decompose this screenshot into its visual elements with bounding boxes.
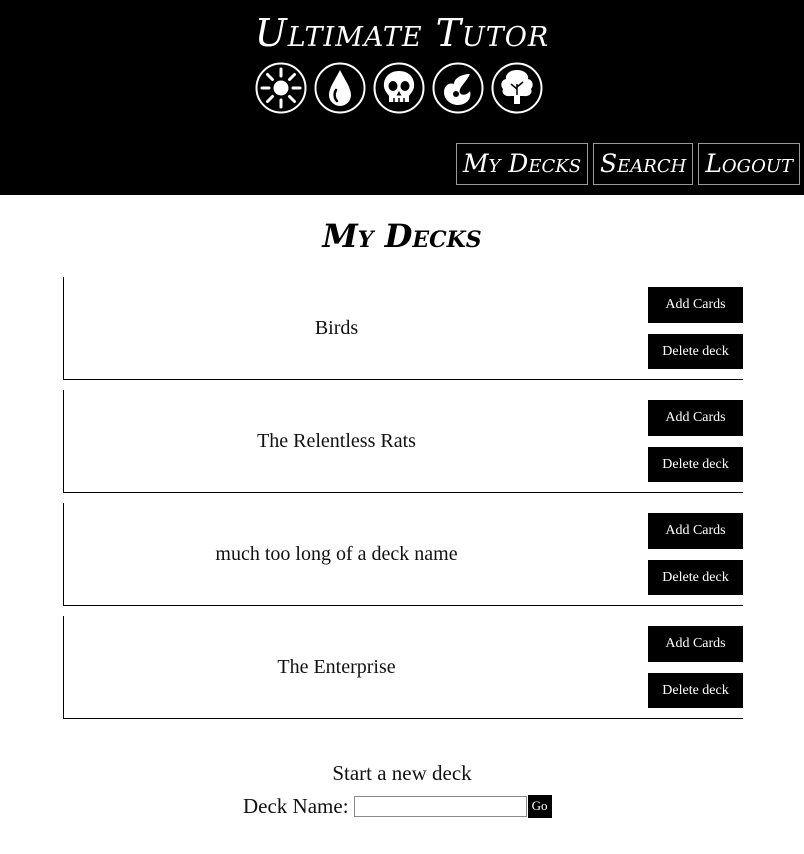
site-header: Ultimate Tutor My Decks Search Logout xyxy=(0,0,804,195)
nav-my-decks-button[interactable]: My Decks xyxy=(455,143,589,185)
add-cards-button[interactable]: Add Cards xyxy=(648,626,743,662)
delete-deck-button[interactable]: Delete deck xyxy=(648,447,743,482)
deck-name[interactable]: The Enterprise xyxy=(64,616,609,718)
add-cards-button[interactable]: Add Cards xyxy=(648,513,743,549)
nav-search-button[interactable]: Search xyxy=(593,143,694,185)
new-deck-form: Deck Name: Go xyxy=(243,792,552,820)
nav-logout-button[interactable]: Logout xyxy=(698,143,800,185)
site-title: Ultimate Tutor xyxy=(254,11,550,55)
go-button[interactable]: Go xyxy=(527,794,552,818)
red-fire-icon xyxy=(432,62,484,114)
deck-row: The Enterprise Add Cards Delete deck xyxy=(63,616,743,719)
main-nav: My Decks Search Logout xyxy=(455,143,800,185)
deck-name[interactable]: The Relentless Rats xyxy=(64,390,609,492)
deck-row: Birds Add Cards Delete deck xyxy=(63,277,743,380)
mana-symbols xyxy=(255,62,543,116)
add-cards-button[interactable]: Add Cards xyxy=(648,400,743,436)
black-skull-icon xyxy=(373,62,425,114)
deck-name[interactable]: Birds xyxy=(64,277,609,379)
deck-row: much too long of a deck name Add Cards D… xyxy=(63,503,743,606)
page-title: My Decks xyxy=(322,217,482,255)
blue-water-icon xyxy=(314,62,366,114)
add-cards-button[interactable]: Add Cards xyxy=(648,287,743,323)
deck-row: The Relentless Rats Add Cards Delete dec… xyxy=(63,390,743,493)
green-tree-icon xyxy=(491,62,543,114)
new-deck-heading: Start a new deck xyxy=(332,761,472,785)
delete-deck-button[interactable]: Delete deck xyxy=(648,560,743,595)
deck-name[interactable]: much too long of a deck name xyxy=(64,503,609,605)
delete-deck-button[interactable]: Delete deck xyxy=(648,334,743,369)
deck-name-label: Deck Name: xyxy=(243,793,349,818)
deck-name-input[interactable] xyxy=(353,795,527,817)
deck-list: Birds Add Cards Delete deck The Relentle… xyxy=(63,277,743,729)
delete-deck-button[interactable]: Delete deck xyxy=(648,673,743,708)
white-sun-icon xyxy=(255,62,307,114)
